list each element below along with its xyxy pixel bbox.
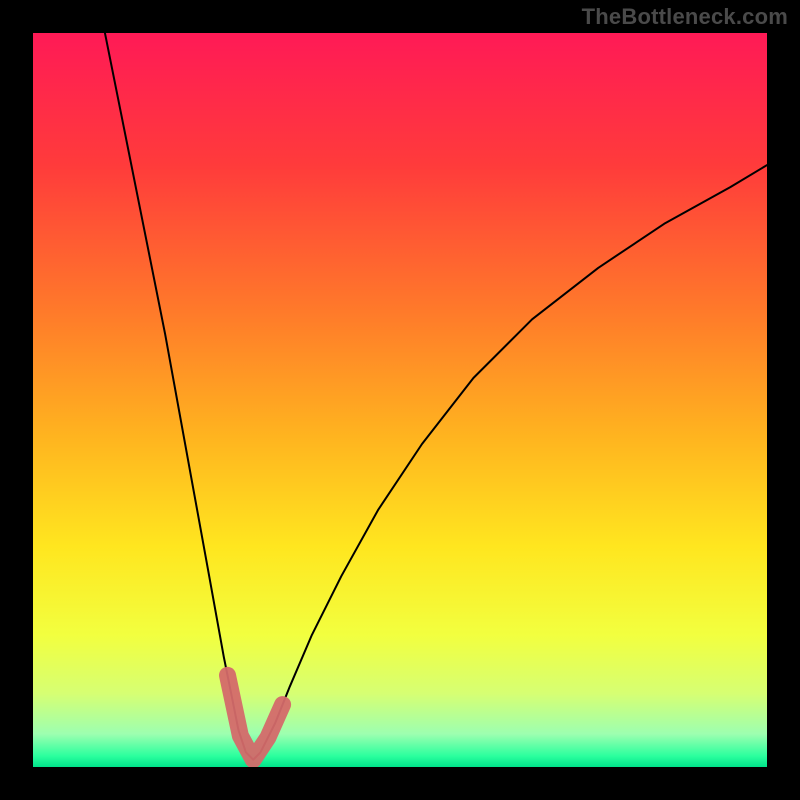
- chart-stage: TheBottleneck.com: [0, 0, 800, 800]
- plot-curves: [33, 33, 767, 767]
- optimal-band-overlay: [228, 675, 283, 759]
- watermark-text: TheBottleneck.com: [582, 4, 788, 30]
- bottleneck-curve: [33, 33, 767, 760]
